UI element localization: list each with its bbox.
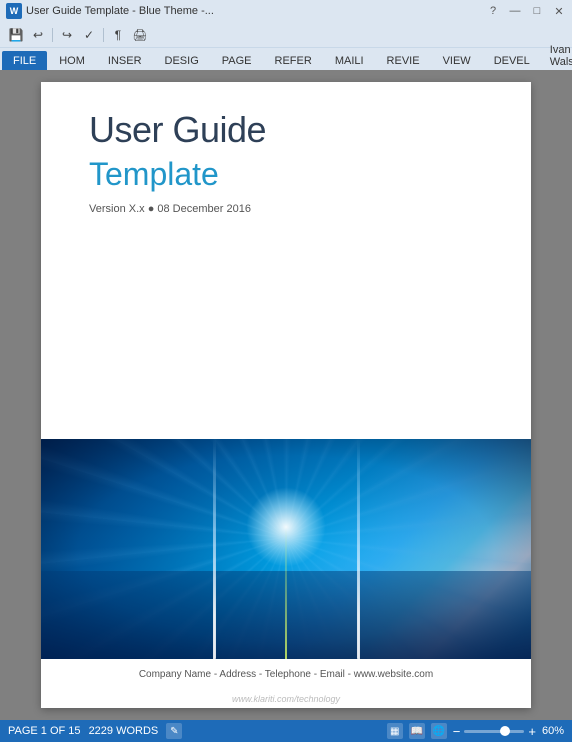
layout-icon[interactable]: ▦ [387,723,403,739]
help-button[interactable]: ? [486,5,500,18]
document-page: User Guide Template Version X.x ● 08 Dec… [41,82,531,708]
zoom-minus-button[interactable]: − [453,724,461,739]
format-icon[interactable]: ¶ [110,27,126,43]
redo-icon[interactable]: ↪ [59,27,75,43]
document-watermark: www.klariti.com/technology [41,690,531,708]
reading-icon[interactable]: 📖 [409,723,425,739]
page-info: PAGE 1 OF 15 [8,725,81,737]
document-area: User Guide Template Version X.x ● 08 Dec… [0,70,572,720]
road-line-right [357,439,360,659]
zoom-level: 60% [542,725,564,737]
tab-developer[interactable]: DEVEL [483,51,541,70]
window-title: User Guide Template - Blue Theme -... [26,5,214,17]
tab-references[interactable]: REFER [264,51,323,70]
document-image [41,439,531,659]
close-button[interactable]: ✕ [552,5,566,18]
user-info: Ivan Walsh ▼ K [542,42,572,70]
document-version: Version X.x ● 08 December 2016 [89,203,483,215]
zoom-thumb[interactable] [500,726,510,736]
quick-access-toolbar: 💾 ↩ ↪ ✓ ¶ 🖨 [0,22,572,48]
tab-page[interactable]: PAGE [211,51,263,70]
toolbar-separator [52,28,53,42]
window-controls: ? — □ ✕ [486,5,566,18]
road-line-left [213,439,216,659]
document-footer: Company Name - Address - Telephone - Ema… [41,659,531,690]
undo-icon[interactable]: ↩ [30,27,46,43]
title-bar-left: W User Guide Template - Blue Theme -... [6,3,214,19]
zoom-track[interactable] [464,730,524,733]
restore-button[interactable]: □ [530,5,544,18]
save-icon[interactable]: 💾 [8,27,24,43]
status-bar: PAGE 1 OF 15 2229 WORDS ✎ ▦ 📖 🌐 − + 60% [0,720,572,742]
title-bar: W User Guide Template - Blue Theme -... … [0,0,572,22]
document-content: User Guide Template Version X.x ● 08 Dec… [41,82,531,439]
status-track-changes-icon[interactable]: ✎ [166,723,182,739]
tab-file[interactable]: FILE [2,51,47,70]
tab-mailings[interactable]: MAILI [324,51,375,70]
zoom-plus-button[interactable]: + [528,724,536,739]
status-right: ▦ 📖 🌐 − + 60% [387,723,564,739]
tab-home[interactable]: HOM [48,51,96,70]
user-name: Ivan Walsh [550,44,572,68]
road-center [285,527,287,659]
tab-design[interactable]: DESIG [154,51,210,70]
print-icon[interactable]: 🖨 [132,27,148,43]
tab-insert[interactable]: INSER [97,51,153,70]
status-left: PAGE 1 OF 15 2229 WORDS ✎ [8,723,182,739]
minimize-button[interactable]: — [508,5,522,18]
spellcheck-icon[interactable]: ✓ [81,27,97,43]
document-title-main: User Guide [89,110,483,150]
web-layout-icon[interactable]: 🌐 [431,723,447,739]
zoom-slider: − + [453,724,536,739]
word-count: 2229 WORDS [89,725,159,737]
toolbar-separator-2 [103,28,104,42]
tab-review[interactable]: REVIE [376,51,431,70]
ribbon-tabs: FILE HOM INSER DESIG PAGE REFER MAILI RE… [0,48,572,70]
tab-view[interactable]: VIEW [432,51,482,70]
document-title-sub: Template [89,156,483,193]
app-icon: W [6,3,22,19]
